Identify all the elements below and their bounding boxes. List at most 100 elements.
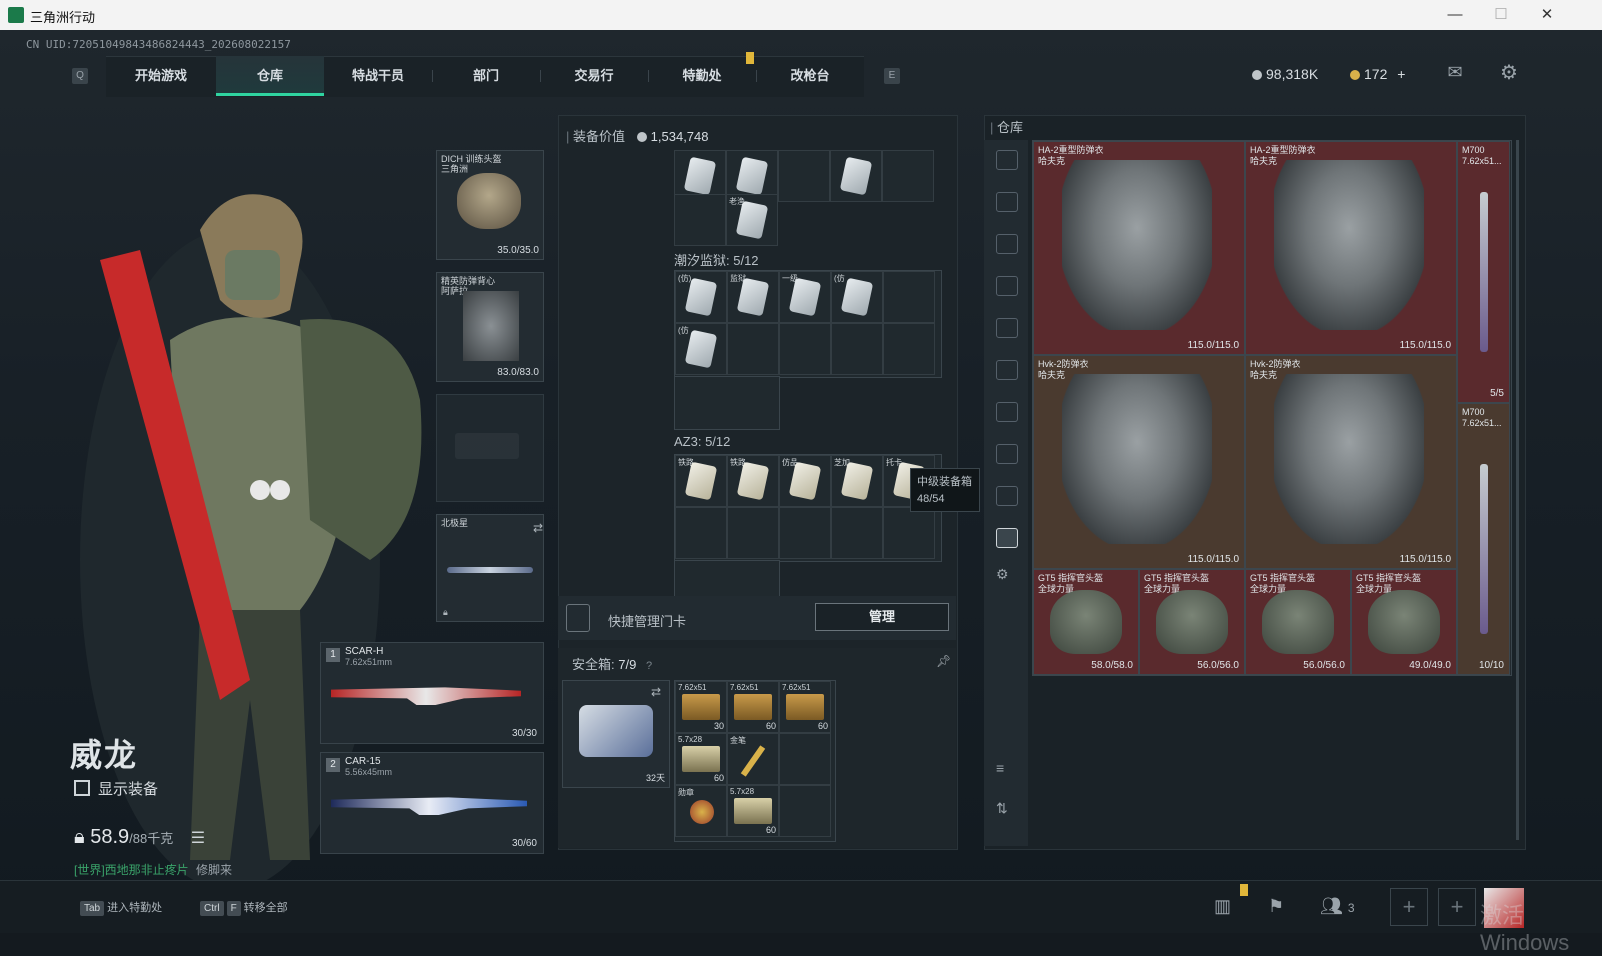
safebox-item[interactable]: 5.7x28 60 xyxy=(675,733,727,785)
safebox-item[interactable]: 5.7x28 60 xyxy=(727,785,779,837)
safebox-item[interactable]: 7.62x51 60 xyxy=(779,681,831,733)
tab-gunsmith[interactable]: 改枪台 xyxy=(756,56,864,96)
squad-icon[interactable]: 👥︎ 3 xyxy=(1320,896,1355,917)
gold-pen-icon xyxy=(740,745,766,777)
tab-operators[interactable]: 特战干员 xyxy=(324,56,432,96)
stash-item-armor[interactable]: Hvk-2防弹衣 哈夫克 115.0/115.0 xyxy=(1033,355,1245,569)
container-item[interactable]: (仿) xyxy=(675,271,727,323)
container-grid-extension xyxy=(674,376,780,430)
melee-slot[interactable]: 北极星 ⇄ 🔒︎ xyxy=(436,514,544,622)
add-squad-member-button[interactable]: + xyxy=(1390,888,1428,926)
settings-gear-icon[interactable]: ⚙ xyxy=(996,566,1009,583)
safebox-item[interactable]: 勋章 xyxy=(675,785,727,837)
item-tooltip: 中级装备箱 48/54 xyxy=(910,468,980,512)
maximize-button[interactable]: ☐ xyxy=(1478,0,1524,30)
container-item[interactable]: 仿品 xyxy=(779,455,831,507)
swap-icon[interactable]: ⇄ xyxy=(651,685,661,699)
stash-item-helmet[interactable]: GT5 指挥官头盔 全球力量 49.0/49.0 xyxy=(1351,569,1457,675)
stash-tab-icon[interactable] xyxy=(996,318,1018,338)
nav-right-key[interactable]: E xyxy=(884,68,900,84)
primary-weapon-slot[interactable]: 1 SCAR-H 7.62x51mm 30/30 xyxy=(320,642,544,744)
gear-icon[interactable]: ⚙ xyxy=(1496,60,1522,85)
helmet-icon xyxy=(1050,590,1122,654)
helmet-slot[interactable]: DICH 训练头盔 三角洲 35.0/35.0 xyxy=(436,150,544,260)
swap-icon[interactable]: ⇄ xyxy=(533,521,543,535)
container-item[interactable]: (仿 xyxy=(831,271,883,323)
stash-tab-icon[interactable] xyxy=(996,402,1018,422)
pistol-slot[interactable] xyxy=(436,394,544,502)
secondary-weapon-slot[interactable]: 2 CAR-15 5.56x45mm 30/60 xyxy=(320,752,544,854)
stash-tab-icon[interactable] xyxy=(996,276,1018,296)
show-equipment-checkbox[interactable] xyxy=(74,780,90,796)
container-item[interactable]: 监狱 xyxy=(727,271,779,323)
hint-special-ops[interactable]: Tab 进入特勤处 xyxy=(80,899,162,916)
container-item[interactable]: 一级 xyxy=(779,271,831,323)
hint-transfer-all[interactable]: Ctrl F 转移全部 xyxy=(200,899,288,916)
list-icon[interactable]: ☰ xyxy=(191,830,205,847)
stash-item-helmet[interactable]: GT5 指挥官头盔 全球力量 56.0/56.0 xyxy=(1139,569,1245,675)
stash-tab-icon-active[interactable] xyxy=(996,528,1018,548)
stash-title: | 仓库 xyxy=(990,120,1024,135)
stash-tab-icon[interactable] xyxy=(996,360,1018,380)
medal-icon xyxy=(690,800,714,824)
stash-item-armor[interactable]: HA-2重型防弹衣 哈夫克 115.0/115.0 xyxy=(1245,141,1457,355)
safebox-item[interactable]: 7.62x51 60 xyxy=(727,681,779,733)
container-item[interactable]: 芝加 xyxy=(831,455,883,507)
stash-tab-icon[interactable] xyxy=(996,150,1018,170)
windows-activation-watermark: 激活 Windows xyxy=(1480,903,1570,955)
carry-weight: 🔒︎ 58.9/88千克 ☰ xyxy=(74,826,206,848)
stats-icon[interactable]: ▥ xyxy=(1214,896,1231,917)
stash-tab-icon[interactable] xyxy=(996,486,1018,506)
world-chat[interactable]: [世界]西地那非止疼片 修脚来 xyxy=(74,861,232,878)
stash-item-rifle[interactable]: M700 7.62x51... 10/10 xyxy=(1457,403,1510,675)
container-item[interactable]: (仿 xyxy=(675,323,727,375)
tab-start-game[interactable]: 开始游戏 xyxy=(110,56,212,96)
stash-item-armor[interactable]: HA-2重型防弹衣 哈夫克 115.0/115.0 xyxy=(1033,141,1245,355)
armor-vest-icon xyxy=(1062,160,1212,330)
container-grid: (仿) 监狱 一级 (仿 (仿 xyxy=(674,270,942,378)
safebox-icon xyxy=(579,705,653,757)
equipment-value-label: | 装备价值 1,534,748 xyxy=(566,129,709,144)
bag-item[interactable]: 老渔 xyxy=(726,194,778,246)
add-gold-button[interactable]: + xyxy=(1397,66,1405,82)
stash-item-armor[interactable]: Hvk-2防弹衣 哈夫克 115.0/115.0 xyxy=(1245,355,1457,569)
stash-grid: HA-2重型防弹衣 哈夫克 115.0/115.0 HA-2重型防弹衣 哈夫克 11… xyxy=(1032,140,1512,676)
stash-tab-icon[interactable] xyxy=(996,192,1018,212)
close-button[interactable]: ✕ xyxy=(1524,0,1570,30)
minimize-button[interactable]: — xyxy=(1432,0,1478,30)
armor-slot[interactable]: 精英防弹背心 阿萨拉 83.0/83.0 xyxy=(436,272,544,382)
window-titlebar: 三角洲行动 — ☐ ✕ xyxy=(0,0,1602,31)
pin-icon[interactable]: 📌︎ xyxy=(936,654,951,668)
safebox-item[interactable]: 金笔 xyxy=(727,733,779,785)
stash-item-helmet[interactable]: GT5 指挥官头盔 全球力量 58.0/58.0 xyxy=(1033,569,1139,675)
stash-sidebar: ⚙ ≡ ⇅ xyxy=(984,140,1028,846)
tab-warehouse[interactable]: 仓库 xyxy=(216,56,324,96)
stash-item-helmet[interactable]: GT5 指挥官头盔 全球力量 56.0/56.0 xyxy=(1245,569,1351,675)
tab-department[interactable]: 部门 xyxy=(432,56,540,96)
mail-icon[interactable]: ✉ xyxy=(1442,62,1468,83)
gold-currency: 172 + xyxy=(1350,66,1405,82)
flag-icon[interactable]: ⚑ xyxy=(1268,896,1284,917)
add-squad-member-button[interactable]: + xyxy=(1438,888,1476,926)
player-uid: CN UID:72051049843486824443_202608022157 xyxy=(26,38,291,51)
tab-special-ops[interactable]: 特勤处 xyxy=(648,56,756,96)
helmet-icon xyxy=(1368,590,1440,654)
safebox-item[interactable]: 7.62x51 30 xyxy=(675,681,727,733)
stash-tab-icon[interactable] xyxy=(996,234,1018,254)
sniper-rifle-icon xyxy=(1480,192,1488,352)
stash-item-rifle[interactable]: M700 7.62x51... 5/5 xyxy=(1457,141,1510,403)
container-item[interactable]: 铁路 xyxy=(727,455,779,507)
lock-icon: 🔒︎ xyxy=(443,607,448,617)
tab-trading[interactable]: 交易行 xyxy=(540,56,648,96)
sort-icon[interactable]: ⇅ xyxy=(996,800,1008,817)
stash-tab-icon[interactable] xyxy=(996,444,1018,464)
nav-left-key[interactable]: Q xyxy=(72,68,88,84)
stash-scrollbar[interactable] xyxy=(1516,140,1519,840)
layers-icon[interactable]: ≡ xyxy=(996,760,1004,776)
show-equipment-toggle[interactable]: 显示装备 xyxy=(74,778,158,799)
safebox-slot[interactable]: ⇄ 32天 xyxy=(562,680,670,788)
manage-button[interactable]: 管理 xyxy=(815,603,949,631)
container-item[interactable]: 铁路 xyxy=(675,455,727,507)
notification-marker xyxy=(746,52,754,64)
notification-marker xyxy=(1240,884,1248,896)
